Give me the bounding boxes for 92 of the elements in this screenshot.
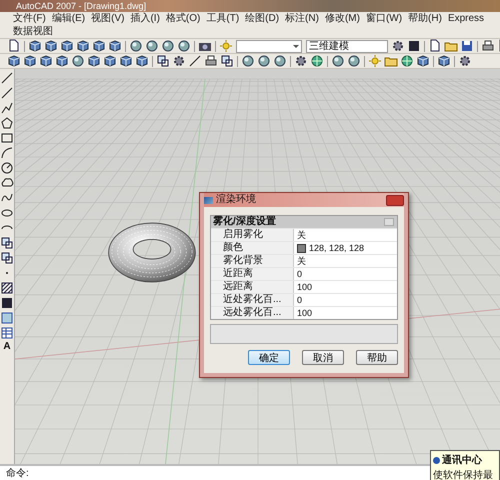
cube-icon[interactable] [416, 54, 430, 68]
sphere-icon[interactable] [241, 54, 255, 68]
sphere-icon[interactable] [331, 54, 345, 68]
cube-icon[interactable] [437, 54, 451, 68]
gear-icon[interactable] [458, 54, 472, 68]
menu-item[interactable]: 插入(I) [127, 12, 163, 25]
menu-item[interactable]: 编辑(E) [48, 12, 88, 25]
block-icon[interactable] [0, 236, 14, 250]
notification-message: 使软件保持最 [433, 468, 494, 480]
property-value[interactable]: 100 [294, 307, 397, 319]
sphere-icon[interactable] [257, 54, 271, 68]
square-icon[interactable] [407, 39, 421, 53]
sphere-icon[interactable] [145, 39, 159, 53]
printer-icon[interactable] [204, 54, 218, 68]
rectangle-icon[interactable] [0, 131, 14, 145]
line-icon[interactable] [0, 86, 14, 100]
block-icon[interactable] [220, 54, 234, 68]
cube-icon[interactable] [87, 54, 101, 68]
property-value[interactable]: 关 [294, 255, 397, 267]
sphere-icon[interactable] [347, 54, 361, 68]
menu-item[interactable]: Express [444, 12, 488, 25]
property-label: 近距离 [211, 268, 294, 280]
property-value[interactable]: 关 [294, 229, 397, 241]
menu-item[interactable]: 窗口(W) [362, 12, 406, 25]
dialog-title: 渲染环境 [216, 194, 257, 206]
line-icon[interactable] [0, 71, 14, 85]
property-label: 颜色 [211, 242, 294, 254]
cube-icon[interactable] [103, 54, 117, 68]
gear-icon[interactable] [172, 54, 186, 68]
menu-item[interactable]: 格式(O) [162, 12, 204, 25]
menu-item[interactable]: 标注(N) [282, 12, 322, 25]
region-icon[interactable] [0, 311, 14, 325]
cube-icon[interactable] [60, 39, 74, 53]
sphere-icon[interactable] [273, 54, 287, 68]
dropdown-field[interactable] [236, 40, 302, 52]
cube-icon[interactable] [135, 54, 149, 68]
property-value[interactable]: 100 [294, 281, 397, 293]
cube-icon[interactable] [39, 54, 53, 68]
sphere-icon[interactable] [71, 54, 85, 68]
menu-item[interactable]: 修改(M) [322, 12, 363, 25]
cube-icon[interactable] [28, 39, 42, 53]
block-icon[interactable] [0, 251, 14, 265]
block-icon[interactable] [156, 54, 170, 68]
circle-icon[interactable] [0, 161, 14, 175]
notification-title: 通讯中心 [442, 453, 482, 467]
cube-icon[interactable] [7, 54, 21, 68]
printer-icon[interactable] [481, 39, 495, 53]
dialog-button[interactable]: 取消 [302, 350, 344, 365]
sun-icon[interactable] [368, 54, 382, 68]
gear-icon[interactable] [391, 39, 405, 53]
gear-icon[interactable] [294, 54, 308, 68]
section-title: 雾化/深度设置 [213, 216, 277, 228]
close-button[interactable] [386, 194, 404, 206]
cube-icon[interactable] [44, 39, 58, 53]
property-label: 远距离 [211, 281, 294, 293]
sphere-icon[interactable] [161, 39, 175, 53]
text-tool-button[interactable]: A [3, 341, 11, 352]
line-icon[interactable] [188, 54, 202, 68]
menu-item[interactable]: 视图(V) [88, 12, 128, 25]
property-label: 远处雾化百... [211, 307, 294, 319]
caret-icon [293, 44, 299, 48]
arc-icon[interactable] [0, 146, 14, 160]
menu-item[interactable]: 绘图(D) [242, 12, 282, 25]
dialog-button[interactable]: 帮助 [356, 350, 398, 365]
polygon-icon[interactable] [0, 116, 14, 130]
hatch-icon[interactable] [0, 281, 14, 295]
property-label: 雾化背景 [211, 255, 294, 267]
command-prompt: 命令: [6, 467, 29, 480]
cube-icon[interactable] [76, 39, 90, 53]
sphere-icon[interactable] [129, 39, 143, 53]
menu-item[interactable]: 文件(F) [10, 12, 49, 25]
property-label: 启用雾化 [211, 229, 294, 241]
menu-item[interactable]: 帮助(H) [405, 12, 445, 25]
property-label: 近处雾化百... [211, 294, 294, 306]
render-icon [204, 196, 213, 204]
table-icon[interactable] [0, 326, 14, 340]
cube-icon[interactable] [119, 54, 133, 68]
sphere-icon[interactable] [177, 39, 191, 53]
property-value-text: 128, 128, 128 [309, 242, 364, 254]
menu-item[interactable]: 工具(T) [203, 12, 242, 25]
menu-item[interactable]: 数据视图 [10, 25, 56, 38]
property-value[interactable]: 0 [294, 268, 397, 280]
window-title: AutoCAD 2007 - [Drawing1.dwg] [16, 0, 146, 12]
property-value[interactable]: 0 [294, 294, 397, 306]
dialog-button[interactable]: 确定 [248, 350, 290, 365]
cube-icon[interactable] [23, 54, 37, 68]
gradient-icon[interactable] [0, 296, 14, 310]
cube-icon[interactable] [92, 39, 106, 53]
polyline-icon[interactable] [0, 101, 14, 115]
cube-icon[interactable] [55, 54, 69, 68]
cube-icon[interactable] [108, 39, 122, 53]
workspace-dropdown[interactable]: 三维建模 [306, 40, 388, 52]
